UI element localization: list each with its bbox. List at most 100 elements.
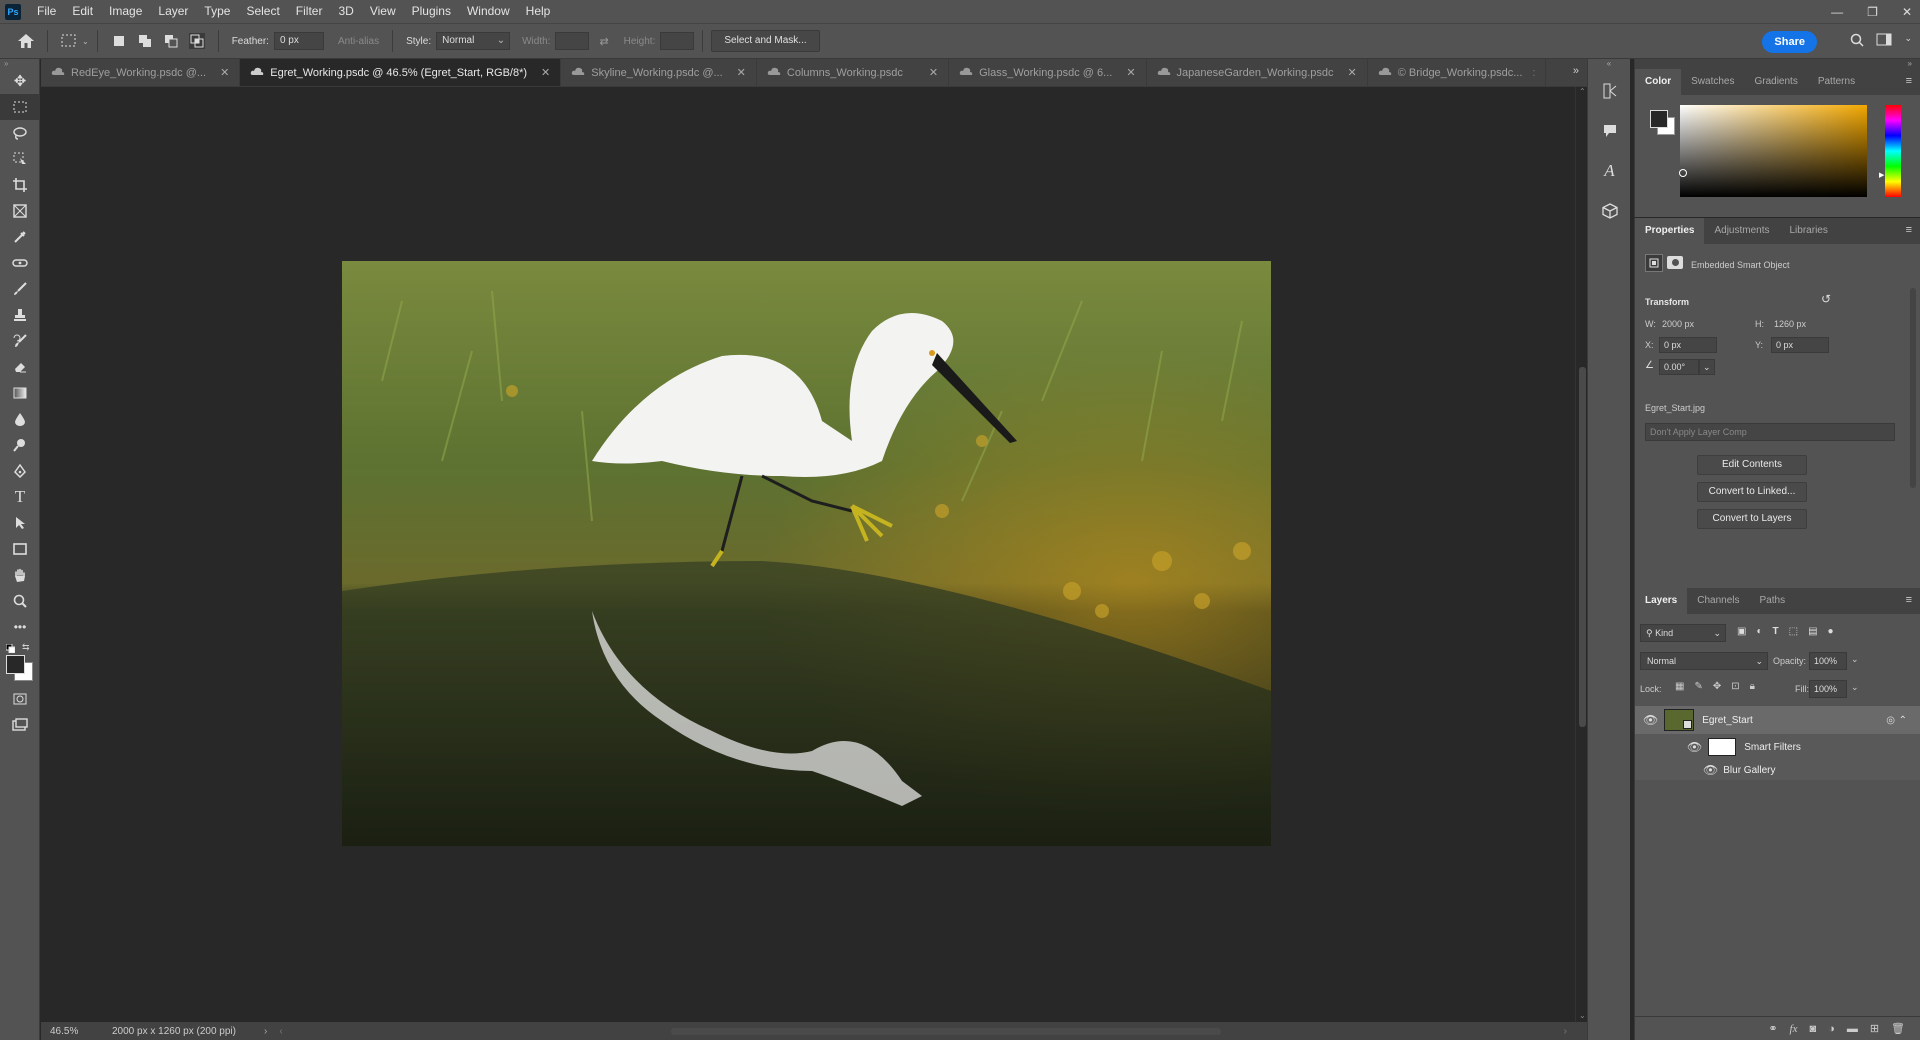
- chevron-down-icon[interactable]: ⌄: [82, 37, 89, 46]
- y-input[interactable]: 0 px: [1771, 337, 1829, 353]
- layer-name[interactable]: Egret_Start: [1702, 715, 1753, 726]
- zoom-level[interactable]: 46.5%: [50, 1026, 98, 1037]
- filter-kind-select[interactable]: ⚲ Kind ⌄: [1640, 624, 1726, 642]
- smart-object-filter-icon[interactable]: ▤: [1808, 626, 1817, 637]
- smart-filter-indicator-icon[interactable]: ◎: [1886, 715, 1895, 726]
- antialias-checkbox[interactable]: Anti-alias: [338, 36, 379, 47]
- hue-slider[interactable]: ▶: [1879, 105, 1901, 197]
- history-panel-icon[interactable]: [1588, 71, 1631, 111]
- egret-photo[interactable]: [342, 261, 1271, 846]
- layer-style-icon[interactable]: fx: [1790, 1023, 1798, 1035]
- convert-to-linked-button[interactable]: Convert to Linked...: [1697, 482, 1807, 502]
- blur-tool-icon[interactable]: [0, 406, 40, 432]
- tab-overflow-icon[interactable]: »: [1573, 65, 1579, 77]
- frame-tool-icon[interactable]: [0, 198, 40, 224]
- status-expand-icon[interactable]: ›: [264, 1026, 267, 1037]
- tab-egret[interactable]: Egret_Working.psdc @ 46.5% (Egret_Start,…: [240, 59, 562, 86]
- tab-columns[interactable]: Columns_Working.psdc ✕: [756, 59, 950, 86]
- new-selection-icon[interactable]: [111, 33, 127, 49]
- shape-filter-icon[interactable]: ⬚: [1789, 626, 1798, 637]
- properties-scrollbar[interactable]: [1910, 288, 1916, 488]
- tab-japanesegarden[interactable]: JapaneseGarden_Working.psdc ✕: [1146, 59, 1368, 86]
- visibility-eye-icon[interactable]: 👁︎: [1687, 740, 1702, 754]
- type-tool-icon[interactable]: T: [0, 484, 40, 510]
- tab-paths[interactable]: Paths: [1750, 588, 1796, 614]
- edit-contents-button[interactable]: Edit Contents: [1697, 455, 1807, 475]
- scroll-left-icon[interactable]: ‹: [279, 1026, 282, 1037]
- layer-row-blur-gallery[interactable]: 👁︎ Blur Gallery: [1635, 760, 1920, 780]
- tab-patterns[interactable]: Patterns: [1808, 69, 1865, 95]
- filter-toggle-icon[interactable]: ●: [1828, 626, 1834, 637]
- menu-file[interactable]: File: [29, 0, 64, 23]
- tab-gradients[interactable]: Gradients: [1744, 69, 1807, 95]
- close-tab-icon[interactable]: ✕: [541, 66, 550, 79]
- link-layers-icon[interactable]: ⚭: [1768, 1022, 1777, 1035]
- vertical-scroll-thumb[interactable]: [1579, 367, 1586, 727]
- menu-plugins[interactable]: Plugins: [404, 0, 459, 23]
- color-field[interactable]: [1679, 105, 1867, 197]
- lasso-tool-icon[interactable]: [0, 120, 40, 146]
- swap-colors-icon[interactable]: ⇆: [22, 642, 30, 653]
- chevron-down-icon[interactable]: ⌄: [1851, 654, 1859, 665]
- crop-tool-icon[interactable]: [0, 172, 40, 198]
- close-tab-icon[interactable]: ✕: [1348, 66, 1357, 79]
- tab-channels[interactable]: Channels: [1687, 588, 1749, 614]
- tab-layers[interactable]: Layers: [1635, 588, 1688, 614]
- scroll-down-icon[interactable]: ⌄: [1579, 1011, 1586, 1020]
- close-tab-icon[interactable]: ✕: [929, 66, 938, 79]
- object-selection-tool-icon[interactable]: [0, 146, 40, 172]
- convert-to-layers-button[interactable]: Convert to Layers: [1697, 509, 1807, 529]
- brush-tool-icon[interactable]: [0, 276, 40, 302]
- chevron-down-icon[interactable]: ⌄: [1904, 33, 1912, 50]
- restore-button[interactable]: ❐: [1867, 5, 1878, 19]
- path-selection-tool-icon[interactable]: [0, 510, 40, 536]
- lock-image-icon[interactable]: ✎: [1694, 681, 1702, 692]
- width-input[interactable]: [555, 32, 590, 50]
- tab-skyline[interactable]: Skyline_Working.psdc @... ✕: [561, 59, 757, 86]
- style-select[interactable]: Normal ⌄: [436, 32, 511, 50]
- tab-bridge[interactable]: © Bridge_Working.psdc... :: [1367, 59, 1547, 86]
- type-filter-icon[interactable]: T: [1773, 626, 1779, 637]
- visibility-eye-icon[interactable]: 👁︎: [1703, 763, 1718, 777]
- menu-edit[interactable]: Edit: [64, 0, 101, 23]
- clone-stamp-tool-icon[interactable]: [0, 302, 40, 328]
- 3d-panel-icon[interactable]: [1588, 191, 1631, 231]
- tab-color[interactable]: Color: [1635, 69, 1682, 95]
- chevron-down-icon[interactable]: ⌄: [1851, 682, 1859, 693]
- foreground-color-swatch[interactable]: [6, 655, 25, 674]
- gradient-tool-icon[interactable]: [0, 380, 40, 406]
- menu-view[interactable]: View: [362, 0, 404, 23]
- feather-input[interactable]: 0 px: [273, 32, 324, 50]
- height-input[interactable]: [660, 32, 695, 50]
- healing-brush-tool-icon[interactable]: [0, 250, 40, 276]
- rectangle-tool-icon[interactable]: [0, 536, 40, 562]
- x-input[interactable]: 0 px: [1659, 337, 1717, 353]
- adjustment-filter-icon[interactable]: ◐: [1756, 626, 1762, 637]
- mask-icon[interactable]: [1667, 256, 1683, 269]
- layer-row-smart-filters[interactable]: 👁︎ Smart Filters: [1635, 734, 1920, 760]
- dodge-tool-icon[interactable]: [0, 432, 40, 458]
- quick-mask-icon[interactable]: [0, 686, 40, 712]
- eraser-tool-icon[interactable]: [0, 354, 40, 380]
- vertical-scrollbar[interactable]: ⌃ ⌄: [1575, 87, 1587, 1022]
- canvas-area[interactable]: [41, 87, 1575, 1022]
- menu-help[interactable]: Help: [518, 0, 559, 23]
- menu-filter[interactable]: Filter: [288, 0, 331, 23]
- add-selection-icon[interactable]: [137, 33, 153, 49]
- history-brush-tool-icon[interactable]: [0, 328, 40, 354]
- layer-row-egret-start[interactable]: 👁︎ Egret_Start ◎ ⌃: [1635, 706, 1920, 734]
- close-tab-icon[interactable]: ✕: [220, 66, 229, 79]
- menu-image[interactable]: Image: [101, 0, 150, 23]
- lock-all-icon[interactable]: 🔒︎: [1750, 681, 1755, 692]
- scroll-right-icon[interactable]: ›: [1564, 1026, 1567, 1037]
- collapse-toolbar-icon[interactable]: »: [0, 59, 39, 68]
- panel-menu-icon[interactable]: ≡: [1906, 224, 1912, 236]
- comments-panel-icon[interactable]: [1588, 111, 1631, 151]
- chevron-down-icon[interactable]: ⌄: [1699, 359, 1715, 375]
- visibility-eye-icon[interactable]: 👁︎: [1643, 713, 1658, 727]
- close-tab-icon[interactable]: ✕: [1126, 66, 1135, 79]
- hand-tool-icon[interactable]: [0, 562, 40, 588]
- close-window-button[interactable]: ✕: [1902, 5, 1912, 19]
- minimize-button[interactable]: —: [1831, 5, 1843, 19]
- panel-menu-icon[interactable]: ≡: [1906, 75, 1912, 87]
